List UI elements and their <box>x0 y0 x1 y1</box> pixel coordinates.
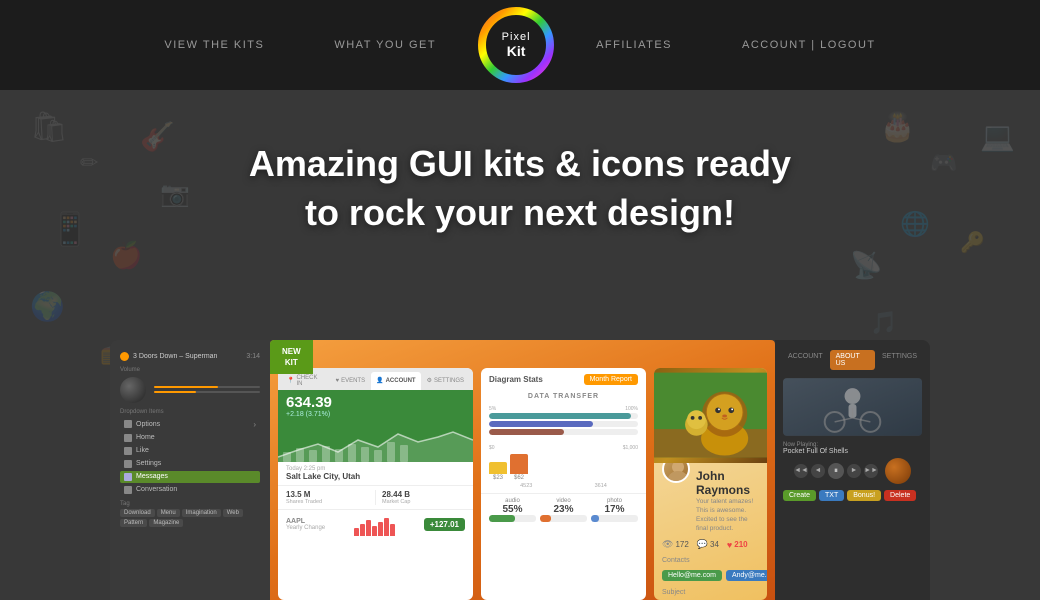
new-kit-badge: NEW KIT <box>270 340 313 374</box>
dropdown-item-home[interactable]: Home <box>120 432 260 444</box>
stat-cap-label: Market Cap <box>382 499 465 505</box>
dropdown-item-conversation[interactable]: Conversation <box>120 484 260 496</box>
create-btn[interactable]: Create <box>783 490 816 501</box>
hero-title-line1: Amazing GUI kits & icons ready <box>0 140 1040 189</box>
tag-menu[interactable]: Menu <box>157 509 180 517</box>
txt-btn[interactable]: TXT <box>819 490 844 501</box>
hero-headline: Amazing GUI kits & icons ready to rock y… <box>0 90 1040 237</box>
tab-settings[interactable]: ⚙SETTINGS <box>422 372 469 390</box>
month-report-btn[interactable]: Month Report <box>584 374 638 385</box>
audio-knob[interactable] <box>885 458 911 484</box>
dropdown-label: Dropdown Items <box>120 409 260 415</box>
dropdown-item-messages[interactable]: Messages <box>120 471 260 483</box>
profile-tagline: Your talent amazes! This is awesome. Exc… <box>696 497 759 533</box>
chart-value: 634.39 <box>278 390 473 411</box>
aapl-label: AAPL <box>286 518 325 525</box>
chart-change: +2.18 (3.71%) <box>278 411 473 418</box>
volume-label: Volume <box>120 367 260 373</box>
data-transfer-label: DATA TRANSFER <box>481 391 646 402</box>
audio-track: 3 Doors Down – Superman <box>133 353 242 360</box>
prev-btn[interactable]: ◄◄ <box>794 464 808 478</box>
tab-check-in[interactable]: 📍CHECK IN <box>282 372 330 390</box>
hero-title-line2: to rock your next design! <box>0 189 1040 238</box>
location-value: Salt Lake City, Utah <box>286 472 465 481</box>
stats-card: Diagram Stats Month Report DATA TRANSFER… <box>481 368 646 600</box>
volume-knob[interactable] <box>120 377 146 403</box>
tag-pattern[interactable]: Pattern <box>120 519 147 527</box>
money-left-label: $23 <box>493 475 503 481</box>
contact-1[interactable]: Hello@me.com <box>662 570 722 581</box>
chart-graph <box>278 422 473 462</box>
delete-btn[interactable]: Delete <box>884 490 916 501</box>
tag-download[interactable]: Download <box>120 509 155 517</box>
dropdown-item-options[interactable]: Options › <box>120 418 260 431</box>
right-tab-account[interactable]: ACCOUNT <box>783 350 828 370</box>
audio-time: 3:14 <box>246 353 260 360</box>
logo-text: Pixel Kit <box>502 31 531 60</box>
nav-link-affiliates[interactable]: AFFILIATES <box>561 39 707 51</box>
dashboard-card: 📍CHECK IN ♥EVENTS 👤ACCOUNT ⚙SETTINGS <box>278 368 473 600</box>
subject-label: Subject <box>662 589 759 596</box>
stat-shares-label: Shares Traded <box>286 499 369 505</box>
tag-web[interactable]: Web <box>223 509 243 517</box>
profile-card: John Raymons Your talent amazes! This is… <box>654 368 767 600</box>
profile-comments: 34 <box>710 540 719 549</box>
stat-shares-val: 13.5 M <box>286 490 369 499</box>
nav-link-account-logout[interactable]: ACCOUNT | LOGOUT <box>707 39 911 51</box>
profile-name: John Raymons <box>696 469 759 497</box>
contacts-label: Contacts <box>662 557 759 564</box>
right-tab-settings[interactable]: SETTINGS <box>877 350 922 370</box>
navigation: VIEW THE KITS WHAT YOU GET <box>0 0 1040 90</box>
stat-cap-val: 28.44 B <box>382 490 465 499</box>
profile-views: 172 <box>675 540 688 549</box>
lion-illustration <box>654 370 767 460</box>
tag-label: Tag <box>120 501 260 507</box>
stats-title: Diagram Stats <box>489 375 543 384</box>
tab-events[interactable]: ♥EVENTS <box>331 372 371 390</box>
bonus-btn[interactable]: Bonus! <box>847 490 881 501</box>
tag-imagination[interactable]: Imagination <box>182 509 221 517</box>
money-right-label: $62 <box>514 475 524 481</box>
contact-2[interactable]: Andy@me.com <box>726 570 767 581</box>
profile-likes: 210 <box>734 540 747 549</box>
logo[interactable]: Pixel Kit <box>471 0 561 90</box>
pause-btn[interactable]: ⏸ <box>828 463 844 479</box>
right-panel-preview: ACCOUNT ABOUT US SETTINGS <box>775 340 930 600</box>
rewind-btn[interactable]: ◄ <box>811 464 825 478</box>
yearly-change-label: Yearly Change <box>286 525 325 531</box>
tab-account[interactable]: 👤ACCOUNT <box>371 372 420 390</box>
kit-preview: NEW KIT 📍CHECK IN ♥EVENTS 👤 <box>270 340 775 600</box>
hero-section: 🛍 ✏ 🎸 📱 🍎 📷 🌍 🎂 🎮 💻 🌐 📡 🔑 📻 🎵 Amazing GU… <box>0 90 1040 600</box>
right-tab-about-us[interactable]: ABOUT US <box>830 350 875 370</box>
ff-btn[interactable]: ► <box>847 464 861 478</box>
dropdown-item-settings[interactable]: Settings <box>120 458 260 470</box>
preview-strip: 3 Doors Down – Superman 3:14 Volume Drop… <box>110 340 930 600</box>
tag-magazine[interactable]: Magazine <box>149 519 183 527</box>
right-msg-val: Pocket Full Of Shells <box>783 448 922 455</box>
aapl-badge: +127.01 <box>424 518 465 531</box>
nav-link-what-you-get[interactable]: WHAT YOU GET <box>299 39 471 51</box>
right-avatar-area <box>783 378 922 436</box>
nav-link-view-kits[interactable]: VIEW THE KITS <box>129 39 299 51</box>
next-btn[interactable]: ►► <box>864 464 878 478</box>
dropdown-item-like[interactable]: Like <box>120 445 260 457</box>
sidebar-preview: 3 Doors Down – Superman 3:14 Volume Drop… <box>110 340 270 600</box>
